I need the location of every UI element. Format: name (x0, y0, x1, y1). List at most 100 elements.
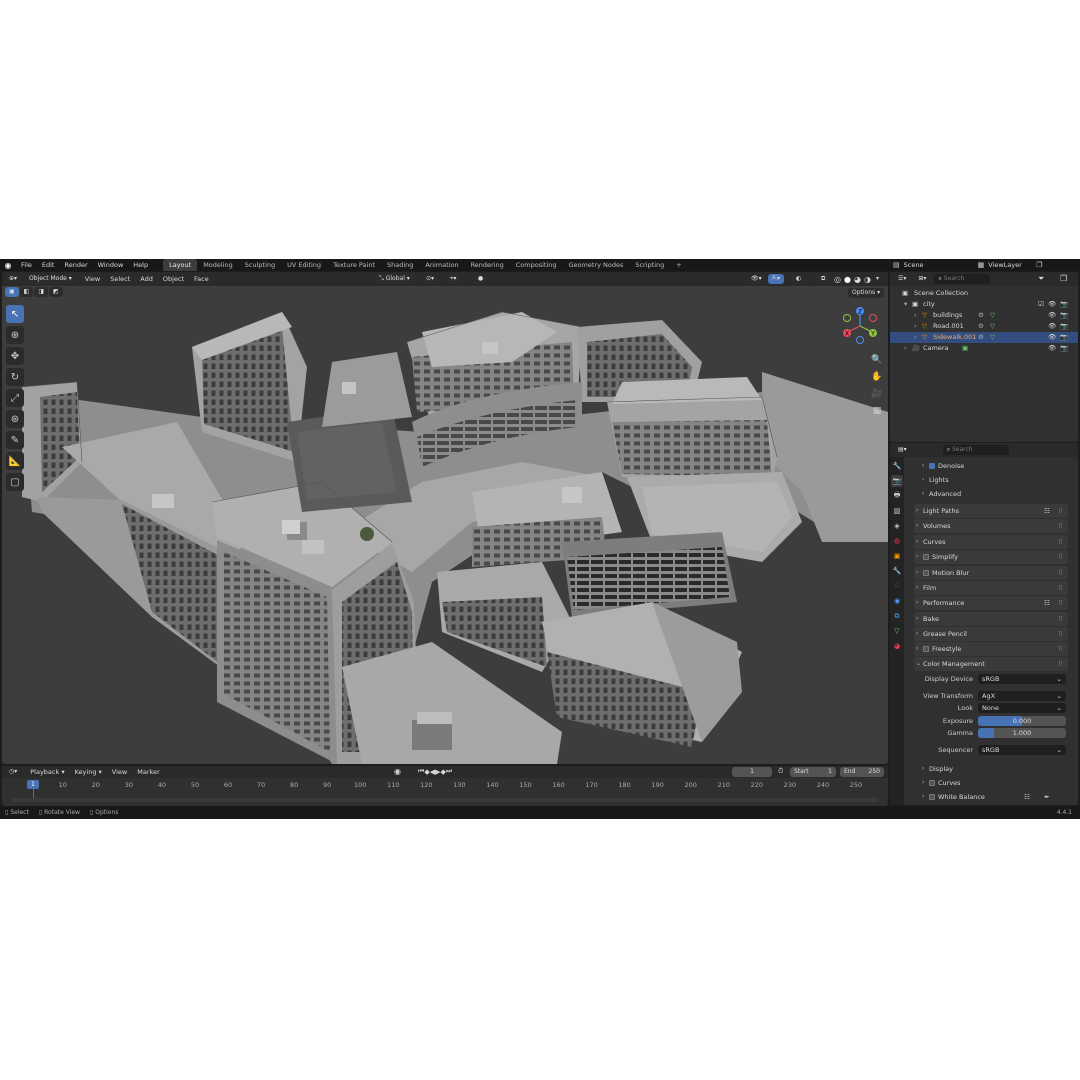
proportional-edit-button[interactable]: ● (474, 274, 488, 284)
properties-search-field[interactable]: ⌕ Search (942, 445, 1009, 455)
viewlayer-name[interactable]: ViewLayer (988, 261, 1036, 269)
select-extend-icon[interactable]: ◧ (19, 287, 34, 297)
output-tab-icon[interactable]: 🖶 (891, 490, 903, 502)
timeline-menu-playback[interactable]: Playback ▾ (25, 766, 69, 778)
xray-toggle-button[interactable]: ⧉ (817, 274, 830, 284)
new-viewlayer-icon[interactable]: ❐ (1036, 261, 1042, 269)
pivot-point-button[interactable]: ⊙▾ (422, 274, 439, 284)
workspace-tab-scripting[interactable]: Scripting (629, 259, 670, 271)
menu-render[interactable]: Render (59, 259, 92, 271)
workspace-tab-animation[interactable]: Animation (419, 259, 464, 271)
panel-performance[interactable]: › Performance ☷ ⠿ (914, 596, 1068, 610)
viewport-menu-object[interactable]: Object (158, 272, 189, 286)
cm-curves-checkbox[interactable] (929, 780, 935, 786)
snap-button[interactable]: ⌖▾ (446, 274, 461, 284)
timeline-menu-keying[interactable]: Keying ▾ (70, 766, 107, 778)
viewport-menu-view[interactable]: View (80, 272, 105, 286)
timeline-editor-type-icon[interactable]: ◷▾ (5, 767, 21, 777)
move-tool-icon[interactable]: ✥ (6, 347, 24, 365)
measure-tool-icon[interactable]: 📐 (6, 452, 24, 470)
preview-range-icon[interactable]: ⏱ (778, 767, 783, 776)
expand-chevron-icon[interactable]: › (914, 321, 917, 332)
jump-end-icon[interactable]: ⏭ (446, 767, 452, 776)
visibility-eye-icon[interactable]: 👁 (1048, 343, 1056, 354)
visibility-eye-icon[interactable]: 👁 (1048, 332, 1056, 343)
drag-handle-icon[interactable]: ⠿ (1058, 612, 1063, 626)
scene-icon[interactable]: ▤ (893, 261, 900, 269)
panel-curves[interactable]: › Curves ⠿ (914, 535, 1068, 549)
viewport-menu-add[interactable]: Add (135, 272, 158, 286)
presets-icon[interactable]: ☷ (1044, 504, 1050, 518)
outliner-search-field[interactable]: ⌕ Search (934, 274, 991, 284)
shading-dropdown-icon[interactable]: ▾ (876, 275, 879, 282)
drag-handle-icon[interactable]: ⠿ (1058, 566, 1063, 580)
workspace-tab-uv-editing[interactable]: UV Editing (281, 259, 327, 271)
transform-orientation-dropdown[interactable]: ⤡ Global ▾ (375, 274, 414, 284)
eyedropper-icon[interactable]: ✒ (1044, 790, 1049, 804)
menu-window[interactable]: Window (93, 259, 129, 271)
workspace-tab-texture-paint[interactable]: Texture Paint (327, 259, 381, 271)
shading-wireframe-icon[interactable]: ◎ (834, 275, 841, 284)
constraints-tab-icon[interactable]: ⧉ (891, 610, 903, 622)
gizmo-toggle-button[interactable]: ⇱▾ (768, 274, 785, 284)
view-layer-tab-icon[interactable]: ▨ (891, 505, 903, 517)
transform-tool-icon[interactable]: ⊛ (6, 410, 24, 428)
menu-edit[interactable]: Edit (37, 259, 60, 271)
properties-editor-type-icon[interactable]: ▤▾ (894, 445, 911, 455)
camera-view-icon[interactable]: 🎥 (869, 386, 885, 402)
panel-bake[interactable]: › Bake ⠿ (914, 612, 1068, 626)
menu-file[interactable]: File (16, 259, 37, 271)
timeline-menu-view[interactable]: View (107, 766, 132, 778)
zoom-icon[interactable]: 🔍 (869, 352, 885, 368)
white-balance-subpanel[interactable]: › White Balance ☷ ✒ (920, 790, 1074, 804)
render-tab-icon[interactable]: 📷 (891, 475, 903, 487)
end-frame-field[interactable]: End 250 (840, 767, 884, 777)
panel-color-management[interactable]: ⌄ Color Management ⠿ (914, 657, 1068, 671)
scene-tab-icon[interactable]: ◈ (891, 520, 903, 532)
drag-handle-icon[interactable]: ⠿ (1058, 550, 1063, 564)
viewport-menu-face[interactable]: Face (189, 272, 214, 286)
panel-checkbox[interactable] (923, 570, 929, 576)
scene-name[interactable]: Scene (904, 261, 974, 269)
render-camera-icon[interactable]: 📷 (1060, 321, 1068, 332)
object-tab-icon[interactable]: ▣ (891, 550, 903, 562)
panel-checkbox[interactable] (923, 646, 929, 652)
drag-handle-icon[interactable]: ⠿ (1058, 535, 1063, 549)
data-tab-icon[interactable]: ▽ (891, 625, 903, 637)
object-mode-dropdown[interactable]: Object Mode ▾ (25, 274, 76, 284)
visibility-eye-icon[interactable]: 👁 (1048, 299, 1056, 310)
render-camera-icon[interactable]: 📷 (1060, 299, 1068, 310)
advanced-subpanel[interactable]: › Advanced (920, 487, 1074, 501)
exposure-slider[interactable]: 0.000 (978, 716, 1066, 726)
3d-viewport[interactable]: ⊕▾ Object Mode ▾ View Select Add Object … (2, 272, 888, 764)
render-camera-icon[interactable]: 📷 (1060, 310, 1068, 321)
outliner-editor-type-icon[interactable]: ☰▾ (894, 274, 910, 284)
world-tab-icon[interactable]: ◍ (891, 535, 903, 547)
filter-icon[interactable]: ⏷ (1038, 274, 1044, 284)
panel-film[interactable]: › Film ⠿ (914, 581, 1068, 595)
scale-tool-icon[interactable]: ⤢ (6, 389, 24, 407)
annotate-tool-icon[interactable]: ✎ (6, 431, 24, 449)
panel-freestyle[interactable]: › Freestyle ⠿ (914, 642, 1068, 656)
outliner-row-buildings[interactable]: › ▽ buildings ⚙ ▽ 👁 📷 (890, 310, 1078, 321)
viewlayer-icon[interactable]: ▦ (978, 261, 985, 269)
overlay-toggle-button[interactable]: ◐ (792, 274, 806, 284)
timeline-scrollbar[interactable] (12, 798, 878, 802)
start-frame-field[interactable]: Start 1 (790, 767, 836, 777)
editor-type-button[interactable]: ⊕▾ (5, 274, 22, 284)
physics-tab-icon[interactable]: ◉ (891, 595, 903, 607)
sequencer-dropdown[interactable]: sRGB ⌄ (978, 745, 1066, 755)
workspace-tab-rendering[interactable]: Rendering (465, 259, 510, 271)
select-box-icon[interactable]: ▣ (5, 287, 19, 297)
gamma-slider[interactable]: 1.000 (978, 728, 1066, 738)
exclude-checkbox-icon[interactable]: ☑ (1038, 299, 1044, 310)
panel-volumes[interactable]: › Volumes ⠿ (914, 519, 1068, 533)
drag-handle-icon[interactable]: ⠿ (1058, 627, 1063, 641)
viewport-menu-select[interactable]: Select (105, 272, 135, 286)
cm-curves-subpanel[interactable]: › Curves (920, 776, 1074, 790)
panel-light-paths[interactable]: › Light Paths ☷ ⠿ (914, 504, 1068, 518)
drag-handle-icon[interactable]: ⠿ (1058, 642, 1063, 656)
drag-handle-icon[interactable]: ⠿ (1058, 581, 1063, 595)
panel-grease-pencil[interactable]: › Grease Pencil ⠿ (914, 627, 1068, 641)
shading-material-icon[interactable]: ◕ (854, 275, 861, 284)
